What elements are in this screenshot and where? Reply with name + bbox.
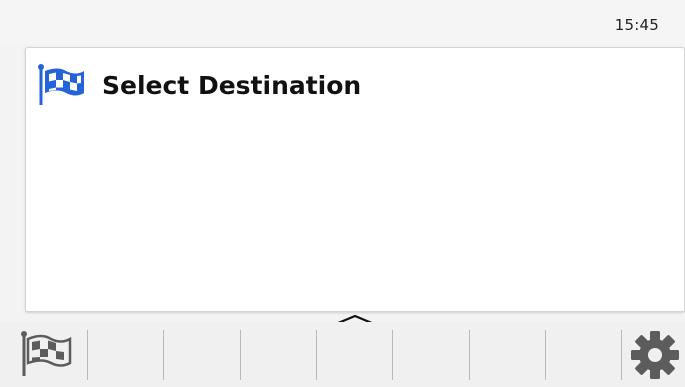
toolbar-divider — [545, 330, 546, 380]
toolbar-divider — [87, 330, 88, 380]
toolbar-divider — [392, 330, 393, 380]
toolbar-divider — [316, 330, 317, 380]
toolbar-divider — [621, 330, 622, 380]
status-bar: 15:45 — [0, 0, 685, 44]
bottom-toolbar — [0, 322, 685, 387]
toolbar-divider — [163, 330, 164, 380]
gear-icon[interactable] — [629, 329, 681, 381]
card-title: Select Destination — [102, 70, 362, 100]
toolbar-divider — [469, 330, 470, 380]
checkered-flag-icon — [21, 331, 72, 376]
toolbar-divider — [240, 330, 241, 380]
clock: 15:45 — [614, 16, 659, 34]
checkered-flag-icon — [38, 64, 84, 105]
card-header: Select Destination — [36, 60, 361, 110]
destination-flag-button[interactable] — [18, 330, 74, 378]
destination-card[interactable]: Select Destination — [25, 47, 685, 312]
